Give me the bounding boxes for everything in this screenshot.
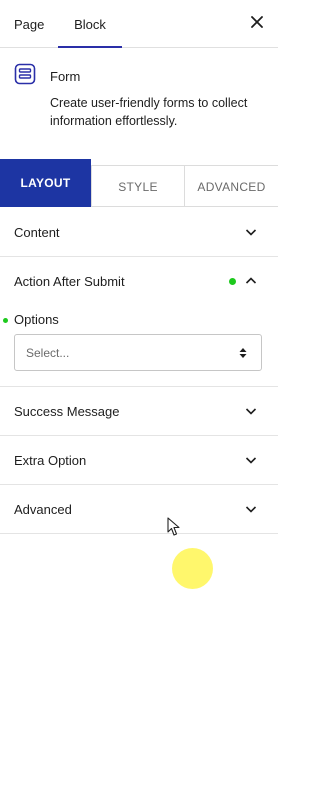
panel-success-message-label: Success Message: [14, 404, 120, 419]
tab-block[interactable]: Block: [58, 0, 122, 48]
tab-style[interactable]: STYLE: [91, 165, 184, 207]
panel-content-header[interactable]: Content: [0, 208, 278, 257]
panel-extra-option-label: Extra Option: [14, 453, 87, 468]
section-tabs: LAYOUT STYLE ADVANCED: [0, 159, 278, 207]
click-indicator: [172, 548, 213, 589]
sidebar-top-tabs: Page Block: [0, 0, 278, 48]
block-description: Create user-friendly forms to collect in…: [50, 96, 248, 128]
chevron-down-icon: [245, 457, 257, 464]
sort-arrows-icon: [239, 348, 247, 358]
chevron-down-icon: [245, 408, 257, 415]
panel-success-message-header[interactable]: Success Message: [0, 387, 278, 436]
chevron-up-icon: [245, 277, 257, 284]
tab-layout[interactable]: LAYOUT: [0, 159, 91, 207]
panel-content-label: Content: [14, 225, 60, 240]
tab-page[interactable]: Page: [14, 0, 44, 47]
chevron-down-icon: [245, 229, 257, 236]
mouse-cursor-icon: [167, 517, 180, 536]
options-label: Options: [14, 312, 59, 327]
status-dot: [229, 278, 236, 285]
panel-extra-option-header[interactable]: Extra Option: [0, 436, 278, 485]
block-name: Form: [50, 69, 81, 84]
form-icon: [14, 63, 36, 85]
panel-action-after-submit-label: Action After Submit: [14, 274, 125, 289]
options-status-dot: [3, 318, 8, 323]
options-select[interactable]: Select...: [14, 334, 262, 371]
tab-advanced[interactable]: ADVANCED: [184, 165, 278, 207]
panel-advanced-label: Advanced: [14, 502, 72, 517]
close-icon[interactable]: [250, 15, 264, 29]
block-card: Form Create user-friendly forms to colle…: [0, 48, 278, 158]
chevron-down-icon: [245, 506, 257, 513]
panel-advanced-header[interactable]: Advanced: [0, 485, 278, 534]
options-select-value: Select...: [26, 346, 70, 360]
panel-action-after-submit-header[interactable]: Action After Submit: [0, 257, 278, 306]
